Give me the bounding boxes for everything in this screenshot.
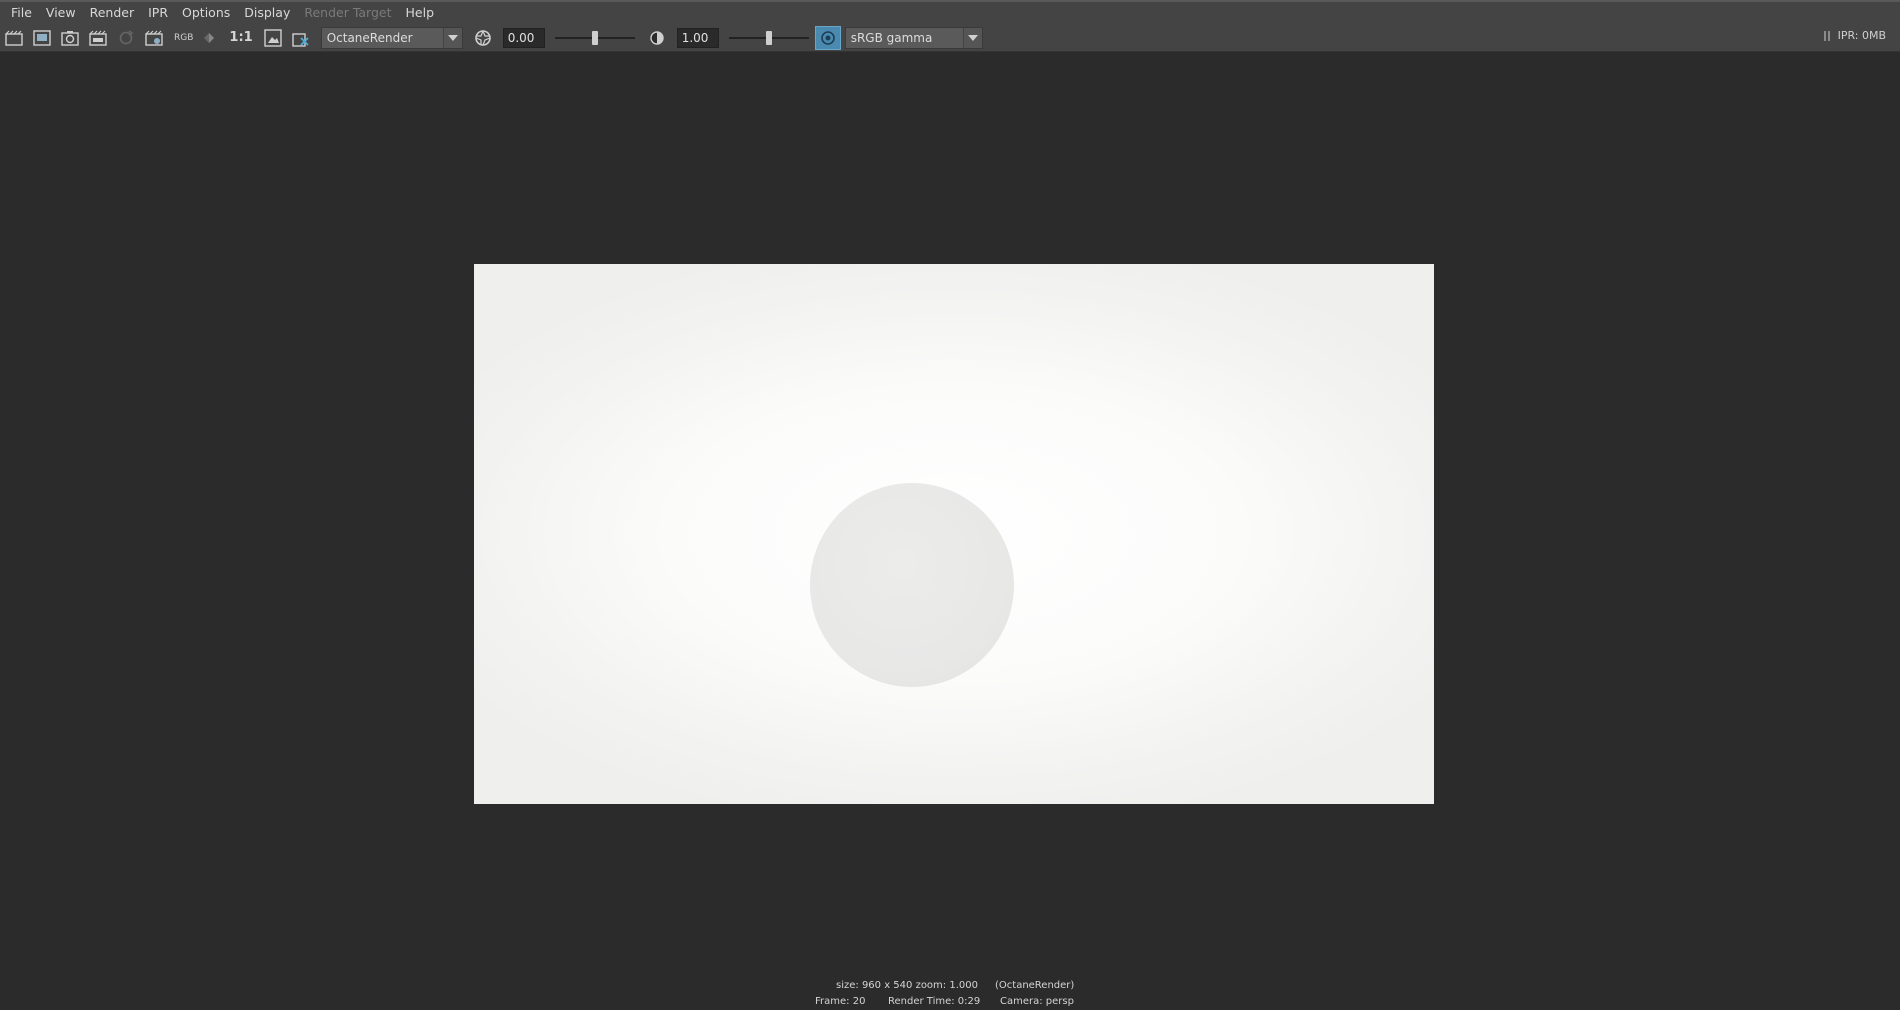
menu-bar: File View Render IPR Options Display Ren…: [0, 0, 1900, 24]
renderer-dropdown[interactable]: OctaneRender: [320, 26, 463, 49]
real-size-button[interactable]: 1:1: [229, 30, 252, 45]
color-space-value: sRGB gamma: [850, 30, 933, 45]
menu-display[interactable]: Display: [237, 2, 297, 24]
color-space-dropdown[interactable]: sRGB gamma: [844, 26, 983, 49]
menu-view[interactable]: View: [39, 2, 83, 24]
alpha-channel-icon[interactable]: [197, 26, 221, 50]
snapshot-icon[interactable]: [58, 26, 82, 50]
menu-file[interactable]: File: [4, 2, 39, 24]
exposure-icon[interactable]: [471, 26, 495, 50]
display-image-icon[interactable]: [261, 26, 285, 50]
gamma-slider[interactable]: [728, 28, 809, 48]
pause-icon[interactable]: [1823, 30, 1830, 41]
slider-handle[interactable]: [591, 30, 598, 45]
ipr-render-icon[interactable]: [86, 26, 110, 50]
size-zoom-label: size: 960 x 540 zoom: 1.000: [836, 980, 978, 991]
render-image[interactable]: [474, 264, 1434, 804]
chevron-down-icon: [442, 27, 462, 48]
slider-handle[interactable]: [765, 30, 772, 45]
chevron-down-icon: [962, 27, 982, 48]
color-management-button[interactable]: [814, 25, 841, 50]
ipr-status: IPR: 0MB: [1823, 29, 1886, 42]
render-region-icon[interactable]: [30, 26, 54, 50]
gamma-icon[interactable]: [645, 26, 669, 50]
render-time-label: Render Time: 0:29: [888, 996, 981, 1007]
ipr-memory-label: IPR: 0MB: [1837, 29, 1886, 42]
refresh-ipr-icon: [114, 26, 138, 50]
clear-image-icon[interactable]: [289, 26, 313, 50]
frame-label: Frame: 20: [815, 996, 866, 1007]
gamma-field[interactable]: 1.00: [676, 27, 719, 48]
exposure-field[interactable]: 0.00: [502, 27, 545, 48]
menu-render-target: Render Target: [304, 5, 392, 20]
exposure-slider[interactable]: [554, 28, 635, 48]
color-management-icon: [820, 30, 835, 45]
rendered-sphere: [810, 483, 1014, 687]
camera-label: Camera: persp: [1000, 996, 1074, 1007]
toolbar: RGB 1:1 OctaneRender 0.00 1.00 sRGB gamm…: [0, 24, 1900, 52]
rgb-channel-button[interactable]: RGB: [174, 33, 193, 43]
menu-render[interactable]: Render: [83, 2, 142, 24]
redo-render-icon[interactable]: [2, 26, 26, 50]
menu-help[interactable]: Help: [399, 2, 442, 24]
menu-options[interactable]: Options: [175, 2, 237, 24]
renderer-value: OctaneRender: [326, 30, 413, 45]
renderer-label: (OctaneRender): [995, 980, 1075, 991]
menu-ipr[interactable]: IPR: [141, 2, 175, 24]
render-settings-icon[interactable]: [142, 26, 166, 50]
